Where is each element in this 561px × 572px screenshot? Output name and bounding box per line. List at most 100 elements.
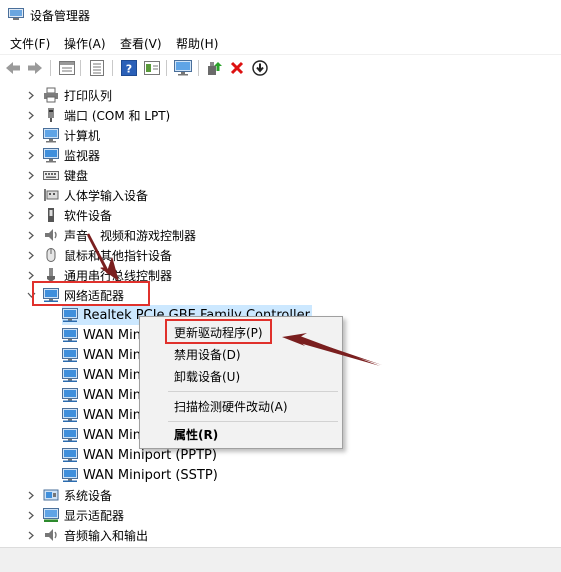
- tree-category-row[interactable]: 监视器: [26, 145, 100, 165]
- mouse-icon: [43, 247, 59, 263]
- toolbar-separator: [50, 60, 51, 76]
- tree-category-label: 软件设备: [64, 208, 113, 223]
- network-adapter-icon: [62, 427, 78, 443]
- scan-hardware-button[interactable]: [174, 59, 192, 77]
- tree-category-label: 系统设备: [64, 488, 113, 503]
- chevron-right-icon[interactable]: [26, 245, 36, 265]
- tree-category-row[interactable]: 声音、视频和游戏控制器: [26, 225, 196, 245]
- tree-category-row[interactable]: 人体学输入设备: [26, 185, 148, 205]
- device-tree: 打印队列端口 (COM 和 LPT) 计算机监视器键盘人体学输入设备 软件设备声音、…: [0, 81, 561, 547]
- network-adapter-icon: [62, 407, 78, 423]
- forward-icon: [28, 62, 42, 74]
- properties-view-icon: [59, 61, 75, 75]
- chevron-right-icon[interactable]: [26, 185, 36, 205]
- tree-category-row[interactable]: 端口 (COM 和 LPT): [26, 105, 170, 125]
- network-adapter-icon: [62, 327, 78, 343]
- software-device-icon: [43, 207, 59, 223]
- toolbar-separator: [80, 60, 81, 76]
- tree-category-row[interactable]: 软件设备: [26, 205, 112, 225]
- chevron-right-icon[interactable]: [26, 165, 36, 185]
- network-adapter-label: WAN Miniport (PPTP): [83, 447, 217, 463]
- toolbar-separator: [112, 60, 113, 76]
- tree-category-label: 显示适配器: [64, 508, 125, 523]
- menu-properties-label: 属性(R): [174, 427, 219, 442]
- chevron-right-icon[interactable]: [26, 85, 36, 105]
- properties-view-button[interactable]: [58, 59, 76, 77]
- menu-disable-device[interactable]: 禁用设备(D): [141, 343, 341, 365]
- horizontal-scrollbar[interactable]: [0, 547, 561, 572]
- tree-category-label: 键盘: [64, 168, 89, 183]
- computer-icon: [43, 127, 59, 143]
- menu-file[interactable]: 文件(F): [8, 34, 52, 53]
- uninstall-button[interactable]: [228, 59, 246, 77]
- menu-scan-hardware-label: 扫描检测硬件改动(A): [174, 399, 288, 414]
- back-button[interactable]: [4, 59, 22, 77]
- chevron-right-icon[interactable]: [26, 145, 36, 165]
- menu-scan-hardware[interactable]: 扫描检测硬件改动(A): [141, 395, 341, 417]
- toolbar: ?: [0, 54, 561, 82]
- tree-category-row[interactable]: 音频输入和输出: [26, 525, 148, 545]
- monitor-scan-icon: [174, 60, 192, 76]
- forward-button[interactable]: [26, 59, 44, 77]
- toolbar-separator: [198, 60, 199, 76]
- menu-properties[interactable]: 属性(R): [141, 423, 341, 445]
- display-adapter-icon: [43, 507, 59, 523]
- enable-device-button[interactable]: [251, 59, 269, 77]
- back-icon: [6, 62, 20, 74]
- menu-view[interactable]: 查看(V): [118, 34, 164, 53]
- tree-category-row[interactable]: 鼠标和其他指针设备: [26, 245, 172, 265]
- chevron-right-icon[interactable]: [26, 525, 36, 545]
- tree-category-label: 计算机: [64, 128, 101, 143]
- uninstall-x-icon: [230, 61, 244, 75]
- network-adapter-icon: [62, 367, 78, 383]
- chevron-right-icon[interactable]: [26, 205, 36, 225]
- chevron-right-icon[interactable]: [26, 105, 36, 125]
- tree-category-row[interactable]: 显示适配器: [26, 505, 124, 525]
- speaker-icon: [43, 227, 59, 243]
- tree-category-label: 打印队列: [64, 88, 113, 103]
- chevron-right-icon[interactable]: [26, 125, 36, 145]
- system-device-icon: [43, 487, 59, 503]
- tree-category-label: 鼠标和其他指针设备: [64, 248, 173, 263]
- window-title: 设备管理器: [30, 9, 91, 23]
- keyboard-icon: [43, 167, 59, 183]
- title-bar: 设备管理器: [0, 0, 561, 30]
- tree-category-row[interactable]: 键盘: [26, 165, 88, 185]
- network-adapter-icon: [62, 387, 78, 403]
- network-adapter-icon: [62, 447, 78, 463]
- menu-separator: [168, 391, 338, 392]
- menu-uninstall-device-label: 卸载设备(U): [174, 369, 241, 384]
- menu-separator: [168, 421, 338, 422]
- tree-category-label: 人体学输入设备: [64, 188, 149, 203]
- tree-category-row[interactable]: 打印队列: [26, 85, 112, 105]
- svg-text:?: ?: [126, 63, 132, 76]
- menu-bar: 文件(F) 操作(A) 查看(V) 帮助(H): [0, 31, 561, 53]
- menu-action[interactable]: 操作(A): [62, 34, 108, 53]
- tree-category-row[interactable]: 系统设备: [26, 485, 112, 505]
- menu-disable-device-label: 禁用设备(D): [174, 347, 241, 362]
- printer-icon: [43, 87, 59, 103]
- list-icon: [90, 60, 104, 76]
- details-button[interactable]: [143, 59, 161, 77]
- menu-help[interactable]: 帮助(H): [174, 34, 220, 53]
- device-manager-app-icon: [8, 8, 24, 20]
- network-adapter-icon: [62, 347, 78, 363]
- monitor-icon: [43, 147, 59, 163]
- list-button[interactable]: [88, 59, 106, 77]
- chevron-right-icon[interactable]: [26, 225, 36, 245]
- tree-category-label: 端口 (COM 和 LPT): [64, 108, 171, 123]
- network-adapter-item[interactable]: WAN Miniport (SSTP): [62, 465, 218, 485]
- audio-io-icon: [43, 527, 59, 543]
- tree-category-row[interactable]: 计算机: [26, 125, 100, 145]
- help-button[interactable]: ?: [120, 59, 138, 77]
- hid-icon: [43, 187, 59, 203]
- help-icon: ?: [121, 60, 137, 76]
- chevron-right-icon[interactable]: [26, 505, 36, 525]
- details-icon: [144, 61, 160, 75]
- menu-uninstall-device[interactable]: 卸载设备(U): [141, 365, 341, 387]
- update-driver-button[interactable]: [205, 59, 223, 77]
- add-driver-icon: [208, 62, 222, 75]
- highlight-network-adapters: [32, 281, 150, 306]
- network-adapter-icon: [62, 307, 78, 323]
- chevron-right-icon[interactable]: [26, 485, 36, 505]
